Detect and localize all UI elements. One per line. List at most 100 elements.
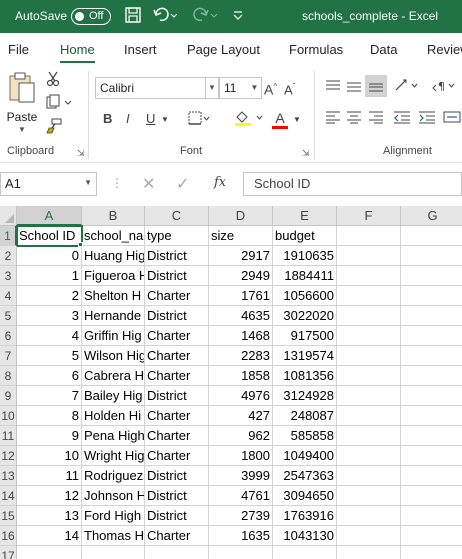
cell[interactable]: 11	[17, 466, 82, 486]
cell[interactable]: 1043130	[273, 526, 337, 546]
increase-font-size-icon[interactable]: A^	[264, 78, 277, 99]
cell[interactable]	[401, 426, 462, 446]
cell[interactable]	[337, 246, 401, 266]
column-header-g[interactable]: G	[401, 206, 462, 226]
row-header[interactable]: 4	[0, 286, 17, 306]
font-dialog-launcher-icon[interactable]: ⇲	[302, 148, 310, 159]
cell[interactable]: 427	[209, 406, 273, 426]
cell[interactable]	[401, 346, 462, 366]
cell[interactable]	[401, 266, 462, 286]
column-header-a[interactable]: A	[17, 206, 82, 226]
cell[interactable]: Cabrera H	[82, 366, 145, 386]
cell[interactable]: Wright Hig	[82, 446, 145, 466]
cell[interactable]	[337, 386, 401, 406]
column-header-e[interactable]: E	[273, 206, 337, 226]
tab-home[interactable]: Home	[60, 42, 95, 63]
undo-icon[interactable]	[152, 6, 178, 30]
cell[interactable]: 3999	[209, 466, 273, 486]
select-all-button[interactable]	[0, 206, 17, 226]
cell[interactable]	[401, 306, 462, 326]
cell[interactable]	[401, 406, 462, 426]
font-size-combo[interactable]: 11 ▼	[219, 77, 262, 99]
cell[interactable]: 4635	[209, 306, 273, 326]
font-color-button[interactable]: A	[272, 109, 288, 129]
cell[interactable]	[401, 506, 462, 526]
paste-dropdown-icon[interactable]: ▼	[6, 126, 38, 134]
enter-icon[interactable]: ✓	[176, 174, 189, 194]
tab-review[interactable]: Review	[427, 42, 462, 57]
cell[interactable]: type	[145, 226, 209, 246]
cell[interactable]: 10	[17, 446, 82, 466]
cell[interactable]	[337, 506, 401, 526]
cell[interactable]	[337, 366, 401, 386]
cell[interactable]: 1468	[209, 326, 273, 346]
cell[interactable]: 2283	[209, 346, 273, 366]
cell[interactable]: 2917	[209, 246, 273, 266]
cut-icon[interactable]	[46, 71, 60, 92]
cell[interactable]	[337, 426, 401, 446]
cell[interactable]	[209, 546, 273, 559]
format-painter-icon[interactable]	[46, 118, 62, 139]
bold-button[interactable]: B	[103, 110, 112, 128]
cell[interactable]: Johnson H	[82, 486, 145, 506]
cell[interactable]: 0	[17, 246, 82, 266]
formula-input[interactable]: School ID	[243, 172, 462, 196]
cell[interactable]: Charter	[145, 526, 209, 546]
tab-file[interactable]: File	[8, 42, 29, 57]
active-cell[interactable]: School ID	[16, 225, 83, 247]
cell[interactable]	[401, 226, 462, 246]
cell[interactable]	[401, 326, 462, 346]
column-header-b[interactable]: B	[82, 206, 145, 226]
column-header-d[interactable]: D	[209, 206, 273, 226]
orientation-icon[interactable]	[394, 77, 420, 98]
cell[interactable]: 8	[17, 406, 82, 426]
cell[interactable]	[145, 546, 209, 559]
middle-align-icon[interactable]	[346, 79, 362, 98]
increase-indent-icon[interactable]	[418, 110, 436, 129]
cell[interactable]	[401, 286, 462, 306]
row-header[interactable]: 6	[0, 326, 17, 346]
row-header[interactable]: 2	[0, 246, 17, 266]
cell[interactable]	[82, 546, 145, 559]
row-header[interactable]: 13	[0, 466, 17, 486]
cell[interactable]: Charter	[145, 426, 209, 446]
align-right-icon[interactable]	[368, 110, 384, 129]
align-left-icon[interactable]	[325, 110, 341, 129]
top-align-icon[interactable]	[325, 79, 341, 98]
cell[interactable]: Holden Hi	[82, 406, 145, 426]
save-icon[interactable]	[124, 6, 142, 30]
redo-icon[interactable]	[192, 6, 218, 30]
cell[interactable]: 2	[17, 286, 82, 306]
cell[interactable]	[337, 306, 401, 326]
cell[interactable]: 13	[17, 506, 82, 526]
cell[interactable]	[337, 286, 401, 306]
underline-button[interactable]: U	[146, 110, 155, 128]
cell[interactable]: 2547363	[273, 466, 337, 486]
cell[interactable]: Charter	[145, 286, 209, 306]
cell[interactable]: Figueroa H	[82, 266, 145, 286]
cell[interactable]: 1	[17, 266, 82, 286]
cell[interactable]	[401, 366, 462, 386]
cell[interactable]	[337, 226, 401, 246]
row-header[interactable]: 8	[0, 366, 17, 386]
cell[interactable]	[401, 386, 462, 406]
cell[interactable]: District	[145, 246, 209, 266]
paragraph-direction-icon[interactable]: ¶	[432, 77, 458, 98]
cell[interactable]: Shelton H	[82, 286, 145, 306]
cell[interactable]: District	[145, 466, 209, 486]
cell[interactable]: District	[145, 486, 209, 506]
cell[interactable]: 14	[17, 526, 82, 546]
cell[interactable]: Huang Hig	[82, 246, 145, 266]
merge-center-icon[interactable]	[443, 110, 461, 129]
cell[interactable]: Bailey Hig	[82, 386, 145, 406]
row-header[interactable]: 10	[0, 406, 17, 426]
cell[interactable]: 1056600	[273, 286, 337, 306]
cell[interactable]: 4	[17, 326, 82, 346]
cell[interactable]: 1761	[209, 286, 273, 306]
row-header[interactable]: 16	[0, 526, 17, 546]
column-header-f[interactable]: F	[337, 206, 401, 226]
cell[interactable]: 1763916	[273, 506, 337, 526]
cell[interactable]: 1635	[209, 526, 273, 546]
cell[interactable]: 12	[17, 486, 82, 506]
cell[interactable]: 3094650	[273, 486, 337, 506]
